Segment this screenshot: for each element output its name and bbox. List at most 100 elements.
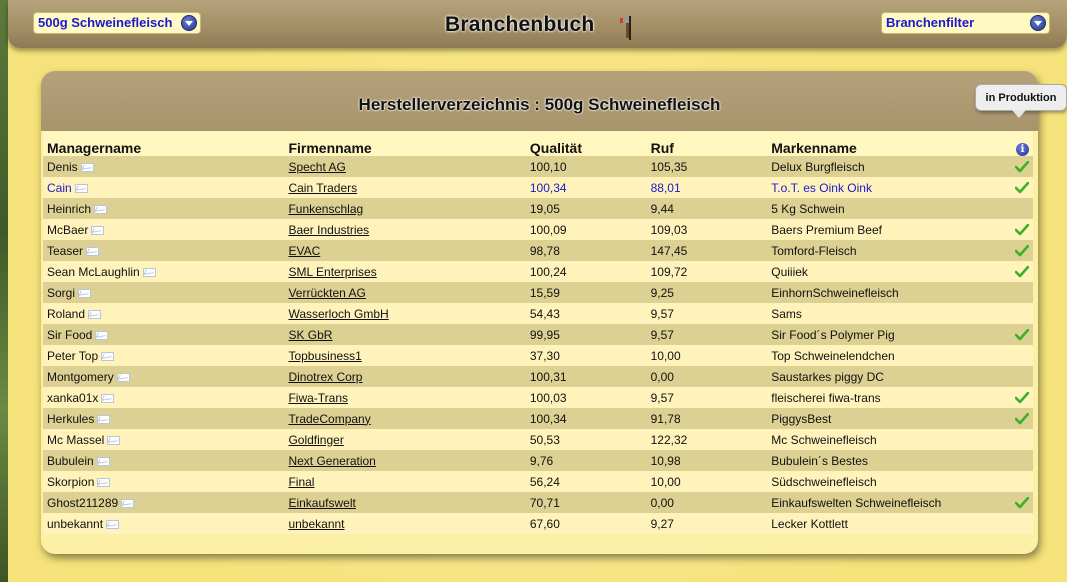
company-link[interactable]: Funkenschlag [288, 202, 363, 216]
quality-cell: 99,95 [525, 324, 647, 345]
manager-name[interactable]: Teaser [47, 244, 83, 258]
company-link[interactable]: EVAC [288, 244, 320, 258]
company-link[interactable]: Verrückten AG [288, 286, 365, 300]
brand-cell: Sir Food´s Polymer Pig [767, 324, 1011, 345]
company-link[interactable]: Final [288, 475, 314, 489]
ruf-cell: 9,44 [646, 198, 768, 219]
company-link[interactable]: unbekannt [288, 517, 344, 531]
ruf-cell: 9,57 [646, 387, 768, 408]
manager-name[interactable]: unbekannt [47, 517, 103, 531]
column-header-ruf[interactable]: Ruf [646, 131, 768, 156]
company-cell: Next Generation [284, 450, 526, 471]
company-link[interactable]: SK GbR [288, 328, 332, 342]
company-cell: SK GbR [284, 324, 526, 345]
manager-cell: Ghost211289 [43, 492, 285, 513]
manager-name[interactable]: Herkules [47, 412, 94, 426]
manager-name[interactable]: Montgomery [47, 370, 114, 384]
ruf-cell: 88,01 [646, 177, 768, 198]
table-row: Teaser EVAC 98,78 147,45 Tomford-Fleisch [43, 240, 1033, 261]
company-link[interactable]: Dinotrex Corp [288, 370, 362, 384]
company-link[interactable]: Topbusiness1 [288, 349, 361, 363]
envelope-icon[interactable] [97, 414, 111, 424]
info-icon[interactable]: i [1016, 143, 1029, 156]
table-row: Sir Food SK GbR 99,95 9,57 Sir Food´s Polyme… [43, 324, 1033, 345]
company-link[interactable]: Specht AG [288, 160, 345, 174]
envelope-icon[interactable] [107, 435, 121, 445]
envelope-icon[interactable] [121, 498, 135, 508]
envelope-icon[interactable] [116, 372, 130, 382]
product-select[interactable]: 500g Schweinefleisch [33, 12, 201, 34]
brand-cell: Tomford-Fleisch [767, 240, 1011, 261]
envelope-icon[interactable] [86, 246, 100, 256]
page-title: Branchenbuch [445, 13, 595, 36]
company-link[interactable]: Einkaufswelt [288, 496, 355, 510]
checkmark-icon [1015, 392, 1029, 404]
envelope-icon[interactable] [142, 267, 156, 277]
envelope-icon[interactable] [94, 204, 108, 214]
company-cell: Einkaufswelt [284, 492, 526, 513]
brand-cell: Top Schweinelendchen [767, 345, 1011, 366]
ruf-cell: 0,00 [646, 366, 768, 387]
chevron-down-icon[interactable] [181, 15, 197, 31]
manager-name[interactable]: Heinrich [47, 202, 91, 216]
envelope-icon[interactable] [78, 288, 92, 298]
company-link[interactable]: Wasserloch GmbH [288, 307, 388, 321]
brand-cell: Saustarkes piggy DC [767, 366, 1011, 387]
company-link[interactable]: TradeCompany [288, 412, 370, 426]
company-cell: Specht AG [284, 156, 526, 177]
manager-name[interactable]: Roland [47, 307, 85, 321]
company-link[interactable]: Cain Traders [288, 181, 357, 195]
manager-name[interactable]: McBaer [47, 223, 88, 237]
column-header-firmenname[interactable]: Firmenname [284, 131, 526, 156]
envelope-icon[interactable] [88, 309, 102, 319]
ruf-cell: 109,72 [646, 261, 768, 282]
manager-name[interactable]: Peter Top [47, 349, 98, 363]
quality-cell: 100,24 [525, 261, 647, 282]
branch-filter-select[interactable]: Branchenfilter [881, 12, 1050, 34]
company-cell: unbekannt [284, 513, 526, 534]
envelope-icon[interactable] [101, 351, 115, 361]
company-link[interactable]: Next Generation [288, 454, 375, 468]
manager-name[interactable]: Mc Massel [47, 433, 104, 447]
checkmark-icon [1015, 182, 1029, 194]
company-link[interactable]: Goldfinger [288, 433, 343, 447]
ruf-cell: 10,00 [646, 345, 768, 366]
envelope-icon[interactable] [91, 225, 105, 235]
column-header-markenname[interactable]: Markenname [767, 131, 1011, 156]
manager-name[interactable]: Cain [47, 181, 72, 195]
manager-name[interactable]: xanka01x [47, 391, 98, 405]
manager-name[interactable]: Sorgi [47, 286, 75, 300]
brand-cell: PiggysBest [767, 408, 1011, 429]
company-link[interactable]: SML Enterprises [288, 265, 376, 279]
manufacturer-table: Managername Firmenname Qualität Ruf Mark… [43, 131, 1033, 534]
envelope-icon[interactable] [96, 456, 110, 466]
ruf-cell: 0,00 [646, 492, 768, 513]
brand-cell: Baers Premium Beef [767, 219, 1011, 240]
manager-name[interactable]: Sean McLaughlin [47, 265, 140, 279]
envelope-icon[interactable] [74, 183, 88, 193]
ruf-cell: 9,57 [646, 324, 768, 345]
envelope-icon[interactable] [106, 519, 120, 529]
chevron-down-icon[interactable] [1030, 15, 1046, 31]
manager-name[interactable]: Bubulein [47, 454, 94, 468]
column-header-managername[interactable]: Managername [43, 131, 285, 156]
manager-name[interactable]: Ghost211289 [47, 496, 118, 510]
table-row: Denis Specht AG 100,10 105,35 Delux Burgflei… [43, 156, 1033, 177]
checkmark-icon [1015, 413, 1029, 425]
envelope-icon[interactable] [97, 477, 111, 487]
production-status-cell [1011, 156, 1033, 177]
column-header-qualitaet[interactable]: Qualität [525, 131, 647, 156]
envelope-icon[interactable] [95, 330, 109, 340]
envelope-icon[interactable] [101, 393, 115, 403]
manager-cell: Cain [43, 177, 285, 198]
envelope-icon[interactable] [80, 162, 94, 172]
manager-name[interactable]: Skorpion [47, 475, 94, 489]
brand-cell: Einkaufswelten Schweinefleisch [767, 492, 1011, 513]
company-link[interactable]: Fiwa-Trans [288, 391, 348, 405]
hammer-icon[interactable] [617, 16, 637, 40]
company-link[interactable]: Baer Industries [288, 223, 369, 237]
production-status-cell [1011, 240, 1033, 261]
manager-name[interactable]: Sir Food [47, 328, 92, 342]
manager-name[interactable]: Denis [47, 160, 78, 174]
brand-cell: Bubulein´s Bestes [767, 450, 1011, 471]
